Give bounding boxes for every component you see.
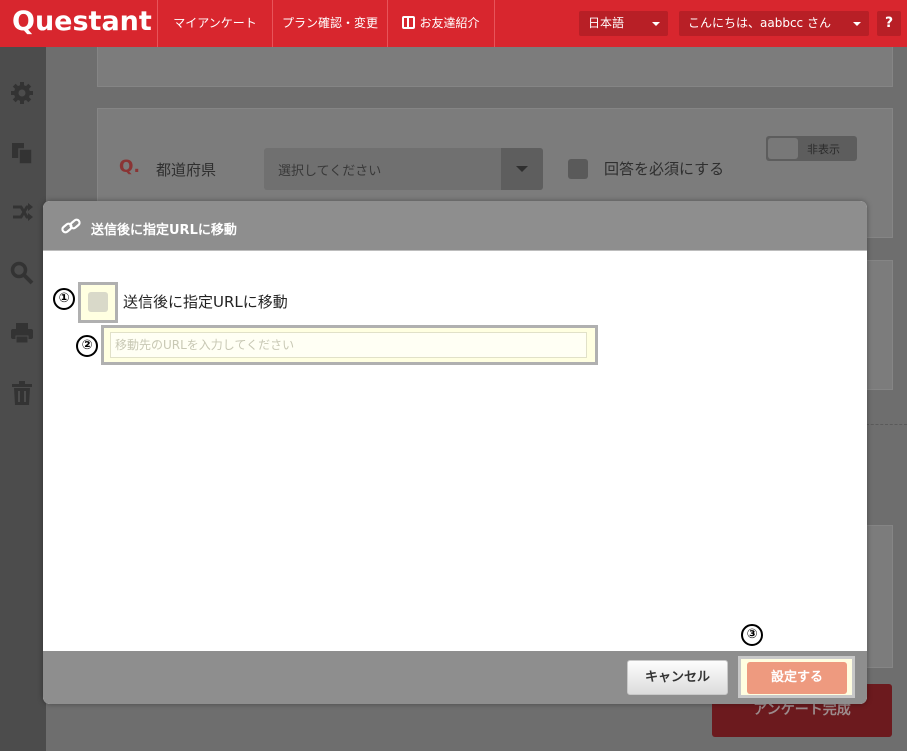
required-checkbox[interactable] <box>568 159 588 179</box>
nav-refer-friend-label: お友達紹介 <box>419 16 480 30</box>
nav-my-surveys[interactable]: マイアンケート <box>157 0 272 47</box>
divider <box>866 424 907 425</box>
step-marker-1: ① <box>53 288 75 310</box>
dialog-title: 送信後に指定URLに移動 <box>91 223 237 238</box>
logo[interactable]: Questant <box>12 6 152 37</box>
user-menu[interactable]: こんにちは、aabbcc さん <box>679 11 869 36</box>
redirect-url-input[interactable]: 移動先のURLを入力してください <box>110 332 587 358</box>
dialog-header: 送信後に指定URLに移動 <box>43 201 867 251</box>
sidebar <box>0 47 46 751</box>
language-select[interactable]: 日本語 <box>579 11 668 36</box>
link-icon <box>61 218 81 234</box>
help-button[interactable]: ? <box>877 11 901 36</box>
visibility-toggle-label: 非表示 <box>807 143 840 156</box>
chevron-down-icon <box>853 22 861 26</box>
user-greeting: こんにちは、aabbcc さん <box>688 16 831 30</box>
search-icon[interactable] <box>10 261 34 285</box>
prefecture-select-value: 選択してください <box>278 164 382 179</box>
step-marker-2: ② <box>76 335 98 357</box>
question-card <box>866 260 893 390</box>
question-title: 都道府県 <box>156 161 217 179</box>
question-card <box>97 47 893 87</box>
chevron-down-icon <box>652 22 660 26</box>
step-marker-3: ③ <box>741 624 763 646</box>
language-value: 日本語 <box>588 16 625 30</box>
print-icon[interactable] <box>10 321 34 345</box>
nav-plan[interactable]: プラン確認・変更 <box>272 0 387 47</box>
copy-icon[interactable] <box>10 141 34 165</box>
nav-refer-friend[interactable]: お友達紹介 <box>387 0 495 47</box>
required-checkbox-label: 回答を必須にする <box>604 160 725 178</box>
top-bar: Questant マイアンケート プラン確認・変更 お友達紹介 日本語 こんにち… <box>0 0 907 60</box>
nav-my-surveys-label: マイアンケート <box>173 16 257 30</box>
cancel-button[interactable]: キャンセル <box>627 660 728 695</box>
chevron-down-icon[interactable] <box>501 148 543 190</box>
redirect-checkbox-label: 送信後に指定URLに移動 <box>123 293 288 311</box>
question-marker: Q. <box>119 157 140 177</box>
gift-icon <box>402 16 416 29</box>
trash-icon[interactable] <box>10 381 34 405</box>
gear-icon[interactable] <box>10 81 34 105</box>
redirect-checkbox[interactable] <box>88 292 108 312</box>
question-card <box>866 525 893 668</box>
apply-button[interactable]: 設定する <box>747 662 847 694</box>
nav-plan-label: プラン確認・変更 <box>281 16 378 30</box>
toggle-knob <box>768 138 798 159</box>
share-icon[interactable] <box>10 201 34 225</box>
